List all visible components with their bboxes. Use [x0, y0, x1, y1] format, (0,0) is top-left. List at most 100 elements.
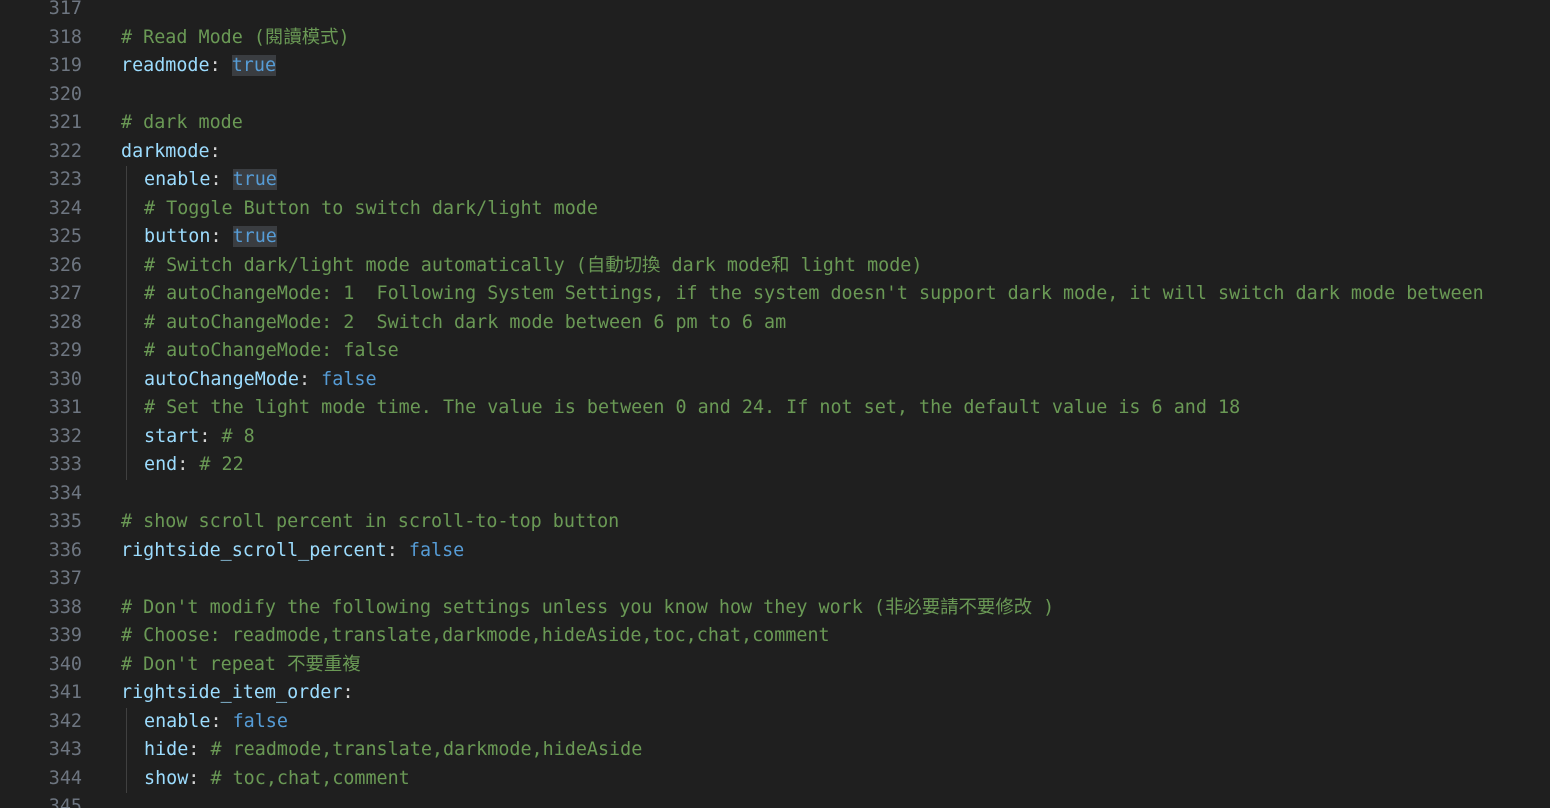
- indent-guide: [126, 251, 127, 280]
- code-text[interactable]: enable: true: [144, 166, 277, 195]
- yaml-punctuation: :: [210, 710, 233, 732]
- yaml-key: autoChangeMode: [144, 368, 300, 390]
- yaml-punctuation: :: [188, 767, 211, 789]
- line-number: 317: [48, 0, 82, 19]
- code-line[interactable]: 343 hide: # readmode,translate,darkmode,h…: [0, 736, 1550, 765]
- code-line[interactable]: 338 # Don't modify the following settings…: [0, 594, 1550, 623]
- code-editor[interactable]: 317 318 # Read Mode (閱讀模式) 319 readmode: tru…: [0, 0, 1550, 808]
- line-number: 323: [48, 169, 82, 190]
- code-text[interactable]: enable: false: [144, 708, 288, 737]
- line-number: 338: [48, 596, 82, 618]
- yaml-punctuation: :: [188, 739, 211, 760]
- indent-guide: [126, 707, 127, 736]
- yaml-punctuation: :: [199, 425, 222, 447]
- line-number: 343: [48, 739, 82, 760]
- yaml-key: button: [144, 226, 211, 247]
- line-number: 327: [48, 283, 82, 304]
- line-number: 322: [48, 140, 82, 162]
- code-text[interactable]: # Read Mode (閱讀模式): [121, 24, 350, 53]
- code-text[interactable]: readmode: true: [121, 52, 277, 81]
- indent-guide: [126, 166, 127, 195]
- yaml-value: true: [232, 169, 277, 190]
- code-line[interactable]: 336 rightside_scroll_percent: false: [0, 537, 1550, 566]
- indent-guide: [126, 308, 127, 337]
- code-line[interactable]: 340 # Don't repeat 不要重複: [0, 651, 1550, 680]
- code-text[interactable]: # Don't repeat 不要重複: [121, 651, 361, 680]
- code-text[interactable]: darkmode:: [121, 138, 221, 167]
- code-line[interactable]: 323 enable: true: [0, 166, 1550, 195]
- line-number: 336: [48, 539, 82, 561]
- code-line[interactable]: 345: [0, 793, 1550, 808]
- code-text[interactable]: # Don't modify the following settings un…: [121, 594, 1054, 623]
- line-number: 334: [48, 482, 82, 504]
- yaml-key: enable: [144, 169, 211, 190]
- yaml-comment: # Choose: readmode,translate,darkmode,hi…: [121, 625, 830, 646]
- code-line[interactable]: 332 start: # 8: [0, 422, 1550, 452]
- indent-guide: [126, 764, 127, 793]
- indent-guide: [126, 451, 127, 480]
- yaml-comment: # Read Mode (閱讀模式): [121, 26, 350, 48]
- code-line[interactable]: 337: [0, 565, 1550, 594]
- code-text[interactable]: end: # 22: [144, 451, 244, 480]
- yaml-punctuation: :: [210, 169, 233, 190]
- indent-guide: [126, 280, 127, 309]
- code-line[interactable]: 322 darkmode:: [0, 138, 1550, 167]
- code-line[interactable]: 333 end: # 22: [0, 451, 1550, 480]
- code-line[interactable]: 327 # autoChangeMode: 1 Following System …: [0, 280, 1550, 309]
- code-line[interactable]: 329 # autoChangeMode: false: [0, 337, 1550, 366]
- code-line[interactable]: 334: [0, 480, 1550, 509]
- code-text[interactable]: # Toggle Button to switch dark/light mod…: [144, 195, 598, 224]
- yaml-key: darkmode: [121, 140, 210, 162]
- code-text[interactable]: show: # toc,chat,comment: [144, 765, 410, 794]
- code-text[interactable]: # Set the light mode time. The value is …: [144, 394, 1240, 423]
- code-line[interactable]: 328 # autoChangeMode: 2 Switch dark mode …: [0, 308, 1550, 338]
- line-number: 325: [48, 226, 82, 247]
- line-number: 335: [48, 511, 82, 532]
- code-line[interactable]: 317: [0, 0, 1550, 24]
- code-line[interactable]: 339 # Choose: readmode,translate,darkmode…: [0, 622, 1550, 651]
- code-text[interactable]: # Choose: readmode,translate,darkmode,hi…: [121, 622, 830, 651]
- code-text[interactable]: # autoChangeMode: false: [144, 337, 399, 366]
- line-number: 326: [48, 254, 82, 276]
- code-line[interactable]: 326 # Switch dark/light mode automaticall…: [0, 251, 1550, 281]
- yaml-key: start: [144, 425, 200, 447]
- code-line[interactable]: 342 enable: false: [0, 707, 1550, 737]
- indent-guide: [126, 194, 127, 223]
- yaml-comment: # show scroll percent in scroll-to-top b…: [121, 511, 620, 532]
- code-text[interactable]: # show scroll percent in scroll-to-top b…: [121, 508, 619, 537]
- code-text[interactable]: # dark mode: [121, 109, 243, 138]
- indent-guide: [126, 736, 127, 765]
- code-line[interactable]: 341 rightside_item_order:: [0, 679, 1550, 708]
- yaml-punctuation: :: [386, 539, 409, 561]
- code-line[interactable]: 335 # show scroll percent in scroll-to-to…: [0, 508, 1550, 537]
- line-number: 337: [48, 568, 82, 589]
- code-text[interactable]: rightside_item_order:: [121, 679, 354, 708]
- line-number: 345: [48, 796, 82, 808]
- code-text[interactable]: hide: # readmode,translate,darkmode,hide…: [144, 736, 642, 765]
- yaml-value: false: [408, 539, 465, 561]
- yaml-comment: # dark mode: [121, 112, 243, 133]
- code-text[interactable]: start: # 8: [144, 423, 255, 452]
- code-line[interactable]: 325 button: true: [0, 223, 1550, 252]
- yaml-comment: # Set the light mode time. The value is …: [144, 397, 1241, 418]
- code-text[interactable]: button: true: [144, 223, 277, 252]
- code-text[interactable]: autoChangeMode: false: [144, 366, 377, 395]
- code-line[interactable]: 321 # dark mode: [0, 109, 1550, 138]
- code-line[interactable]: 318 # Read Mode (閱讀模式): [0, 24, 1550, 53]
- yaml-comment: # autoChangeMode: false: [144, 340, 399, 361]
- code-line[interactable]: 320: [0, 81, 1550, 110]
- code-line[interactable]: 331 # Set the light mode time. The value …: [0, 394, 1550, 423]
- yaml-comment: # autoChangeMode: 2 Switch dark mode bet…: [144, 311, 787, 333]
- line-number: 340: [48, 653, 82, 675]
- code-text[interactable]: # autoChangeMode: 2 Switch dark mode bet…: [144, 309, 786, 338]
- code-line[interactable]: 319 readmode: true: [0, 52, 1550, 81]
- code-text[interactable]: rightside_scroll_percent: false: [121, 537, 464, 566]
- code-line[interactable]: 324 # Toggle Button to switch dark/light …: [0, 194, 1550, 224]
- code-text[interactable]: # Switch dark/light mode automatically (…: [144, 252, 922, 281]
- code-line[interactable]: 344 show: # toc,chat,comment: [0, 764, 1550, 794]
- code-line[interactable]: 330 autoChangeMode: false: [0, 365, 1550, 395]
- yaml-punctuation: :: [209, 55, 232, 76]
- line-number: 331: [48, 397, 82, 418]
- code-text[interactable]: # autoChangeMode: 1 Following System Set…: [144, 280, 1484, 309]
- yaml-punctuation: :: [342, 682, 354, 703]
